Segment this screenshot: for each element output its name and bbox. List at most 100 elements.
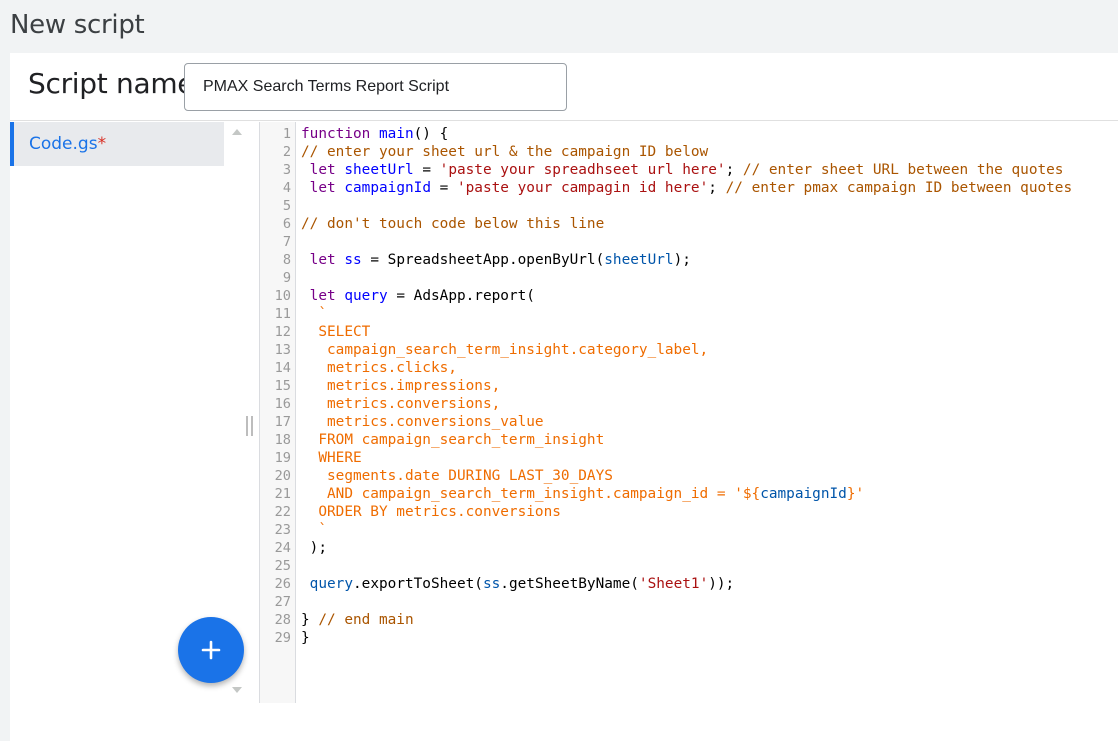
line-number: 6 [282, 216, 291, 232]
code-token: // enter your sheet url & the campaign I… [301, 144, 709, 160]
line-number: 23 [274, 522, 291, 538]
code-line-text: FROM campaign_search_term_insight [301, 431, 604, 449]
script-editor-panel: Script name: Code.gs* 1 function main() {… [10, 53, 1118, 741]
code-line: 25 [260, 557, 1118, 575]
code-token: )); [708, 576, 735, 592]
code-line: 23 ` [260, 521, 1118, 539]
line-number: 13 [274, 342, 291, 358]
code-token: = SpreadsheetApp.openByUrl( [361, 252, 605, 268]
code-line-text: ); [301, 539, 327, 557]
code-token: ; [725, 162, 743, 178]
code-token: function [301, 126, 371, 142]
code-token: let [309, 252, 336, 268]
code-token: ORDER BY metrics.conversions [301, 504, 561, 520]
code-token: 'paste your spreadhseet url here' [439, 162, 726, 178]
line-number: 24 [274, 540, 291, 556]
code-editor[interactable]: 1 function main() {2 // enter your sheet u… [259, 122, 1118, 703]
code-line: 10 let query = AdsApp.report( [260, 287, 1118, 305]
code-line-text: metrics.impressions, [301, 377, 500, 395]
code-token: = AdsApp.report( [387, 288, 535, 304]
code-token: SELECT [301, 324, 371, 340]
line-number: 3 [282, 162, 291, 178]
code-token: // end main [318, 612, 414, 628]
code-line: 19 WHERE [260, 449, 1118, 467]
code-line-text: let campaignId = 'paste your campagin id… [301, 179, 1072, 197]
code-token: segments.date DURING LAST_30_DAYS [301, 468, 613, 484]
scroll-down-arrow-icon[interactable] [232, 687, 242, 693]
code-token: metrics.conversions_value [301, 414, 544, 430]
code-line-text: function main() { [301, 125, 448, 143]
script-name-input[interactable] [184, 63, 567, 111]
code-token: = [413, 162, 440, 178]
code-line: 22 ORDER BY metrics.conversions [260, 503, 1118, 521]
line-number: 28 [274, 612, 291, 628]
code-token: campaignId [760, 486, 847, 502]
code-line: 28} // end main [260, 611, 1118, 629]
code-line: 27 [260, 593, 1118, 611]
code-content[interactable]: 1 function main() {2 // enter your sheet u… [260, 125, 1118, 647]
code-line-text: WHERE [301, 449, 362, 467]
code-token: sheetUrl [604, 252, 674, 268]
code-token: FROM campaign_search_term_insight [301, 432, 605, 448]
code-token: campaign_search_term_insight.category_la… [301, 342, 709, 358]
code-token: ` [301, 306, 327, 322]
panel-resize-handle[interactable] [246, 416, 253, 436]
code-token: WHERE [301, 450, 362, 466]
code-line: 2 // enter your sheet url & the campaign … [260, 143, 1118, 161]
code-line-text: metrics.conversions_value [301, 413, 544, 431]
code-token: // don't touch code below this line [301, 216, 605, 232]
code-token: let [309, 162, 336, 178]
code-line-text: query.exportToSheet(ss.getSheetByName('S… [301, 575, 735, 593]
code-token: ); [673, 252, 691, 268]
file-tab-code-gs[interactable]: Code.gs* [10, 122, 224, 166]
code-token: } [301, 630, 310, 646]
code-token: .getSheetByName( [500, 576, 639, 592]
line-number: 12 [274, 324, 291, 340]
code-token: // enter pmax campaign ID between quotes [725, 180, 1073, 196]
code-line-text: metrics.clicks, [301, 359, 457, 377]
code-line-text: AND campaign_search_term_insight.campaig… [301, 485, 864, 503]
line-number: 18 [274, 432, 291, 448]
line-number: 11 [274, 306, 291, 322]
code-token: metrics.clicks, [301, 360, 457, 376]
line-number: 7 [282, 234, 291, 250]
plus-icon [201, 640, 221, 660]
line-number: 29 [274, 630, 291, 646]
code-token: ss [344, 252, 362, 268]
code-token: = [430, 180, 457, 196]
code-token: campaignId [344, 180, 431, 196]
code-line: 15 metrics.impressions, [260, 377, 1118, 395]
code-token: ); [301, 540, 327, 556]
line-number: 4 [282, 180, 291, 196]
code-line-text: SELECT [301, 323, 370, 341]
add-file-button[interactable] [178, 617, 244, 683]
code-line: 11 ` [260, 305, 1118, 323]
code-token: () { [413, 126, 449, 142]
code-token: metrics.conversions, [301, 396, 501, 412]
code-line: 17 metrics.conversions_value [260, 413, 1118, 431]
code-line: 16 metrics.conversions, [260, 395, 1118, 413]
line-number: 5 [282, 198, 291, 214]
file-name-label: Code.gs [29, 134, 98, 154]
script-name-row: Script name: [10, 53, 1118, 121]
script-name-label: Script name: [28, 67, 204, 100]
line-number: 10 [274, 288, 291, 304]
code-line: 5 [260, 197, 1118, 215]
code-line: 24 ); [260, 539, 1118, 557]
code-token: }' [846, 486, 865, 502]
line-number: 14 [274, 360, 291, 376]
code-line-text: // enter your sheet url & the campaign I… [301, 143, 708, 161]
code-line-text: // don't touch code below this line [301, 215, 604, 233]
code-line-text: ` [301, 521, 327, 539]
scroll-up-arrow-icon[interactable] [232, 129, 242, 135]
code-token: query [344, 288, 388, 304]
code-token: ` [301, 522, 327, 538]
code-line: 1 function main() { [260, 125, 1118, 143]
line-number: 8 [282, 252, 291, 268]
code-line: 18 FROM campaign_search_term_insight [260, 431, 1118, 449]
code-line-text: ORDER BY metrics.conversions [301, 503, 561, 521]
